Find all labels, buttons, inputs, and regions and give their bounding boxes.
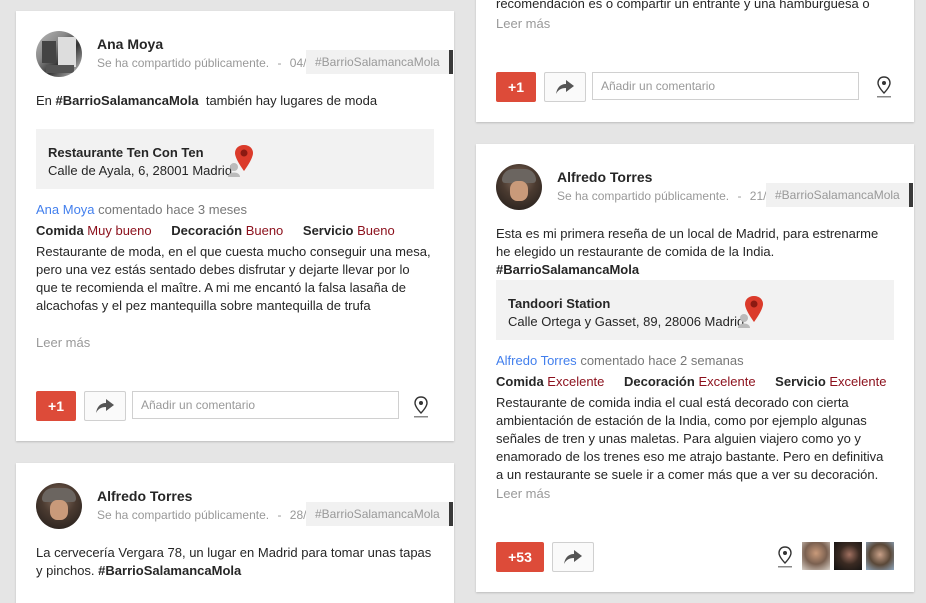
review-meta: Ana Moya comentado hace 3 meses <box>36 202 248 217</box>
place-address: Calle de Ayala, 6, 28001 Madrid <box>48 163 233 178</box>
visibility-text: Se ha compartido públicamente. - 28/ <box>97 508 307 522</box>
plus-one-button[interactable]: +1 <box>36 391 76 421</box>
share-button[interactable] <box>84 391 126 421</box>
plus-one-button[interactable]: +53 <box>496 542 544 572</box>
read-more-link[interactable]: Leer más <box>36 335 90 350</box>
author-name[interactable]: Alfredo Torres <box>97 488 192 504</box>
post-text: La cervecería Vergara 78, un lugar en Ma… <box>36 545 432 578</box>
comment-input[interactable] <box>132 391 399 419</box>
map-marker-icon <box>226 143 262 184</box>
post-text: En #BarrioSalamancaMola también hay luga… <box>36 93 378 108</box>
avatar[interactable] <box>36 483 82 529</box>
hashtag-link[interactable]: #BarrioSalamancaMola <box>56 93 199 108</box>
post-text: Esta es mi primera reseña de un local de… <box>496 226 879 277</box>
place-name: Restaurante Ten Con Ten <box>48 145 204 160</box>
hashtag-chip[interactable]: #BarrioSalamancaMola <box>306 502 453 526</box>
share-arrow-icon <box>96 399 114 413</box>
hashtag-chip[interactable]: #BarrioSalamancaMola <box>306 50 453 74</box>
review-text: Restaurante de moda, en el que cuesta mu… <box>36 244 431 313</box>
location-pin-icon[interactable] <box>871 74 897 100</box>
review-author-link[interactable]: Alfredo Torres <box>496 353 577 368</box>
post-text-partial: recomendación es o compartir un entrante… <box>496 0 870 11</box>
read-more-link[interactable]: Leer más <box>496 486 550 501</box>
ratings-row: Comida Muy bueno Decoración Bueno Servic… <box>36 223 395 238</box>
hashtag-link[interactable]: #BarrioSalamancaMola <box>496 262 639 277</box>
review-text: Restaurante de comida india el cual está… <box>496 395 884 482</box>
visibility-text: Se ha compartido públicamente. - 04/ <box>97 56 307 70</box>
visibility-text: Se ha compartido públicamente. - 21/ <box>557 189 767 203</box>
author-name[interactable]: Ana Moya <box>97 36 163 52</box>
review-author-link[interactable]: Ana Moya <box>36 202 95 217</box>
hashtag-link[interactable]: #BarrioSalamancaMola <box>98 563 241 578</box>
post-card-alfredo-tandoori: Alfredo Torres Se ha compartido públicam… <box>476 144 914 592</box>
review-meta: Alfredo Torres comentado hace 2 semanas <box>496 353 744 368</box>
plusoner-avatar[interactable] <box>802 542 830 570</box>
place-address: Calle Ortega y Gasset, 89, 28006 Madrid <box>508 314 745 329</box>
map-marker-icon <box>736 294 772 335</box>
place-card[interactable]: Tandoori Station Calle Ortega y Gasset, … <box>496 280 894 340</box>
location-pin-icon[interactable] <box>772 544 798 570</box>
ratings-row: Comida Excelente Decoración Excelente Se… <box>496 374 887 389</box>
share-arrow-icon <box>556 80 574 94</box>
location-pin-icon[interactable] <box>408 394 434 420</box>
share-button[interactable] <box>552 542 594 572</box>
read-more-link[interactable]: Leer más <box>496 16 550 31</box>
share-button[interactable] <box>544 72 586 102</box>
place-name: Tandoori Station <box>508 296 611 311</box>
plusoner-avatar[interactable] <box>866 542 894 570</box>
post-card-top-right: recomendación es o compartir un entrante… <box>476 0 914 122</box>
post-card-ana-moya: Ana Moya Se ha compartido públicamente. … <box>16 11 454 441</box>
comment-input[interactable] <box>592 72 859 100</box>
plus-one-button[interactable]: +1 <box>496 72 536 102</box>
share-arrow-icon <box>564 550 582 564</box>
place-card[interactable]: Restaurante Ten Con Ten Calle de Ayala, … <box>36 129 434 189</box>
avatar[interactable] <box>496 164 542 210</box>
plusoner-avatar[interactable] <box>834 542 862 570</box>
avatar[interactable] <box>36 31 82 77</box>
author-name[interactable]: Alfredo Torres <box>557 169 652 185</box>
post-card-alfredo-vergara: Alfredo Torres Se ha compartido públicam… <box>16 463 454 603</box>
hashtag-chip[interactable]: #BarrioSalamancaMola <box>766 183 913 207</box>
